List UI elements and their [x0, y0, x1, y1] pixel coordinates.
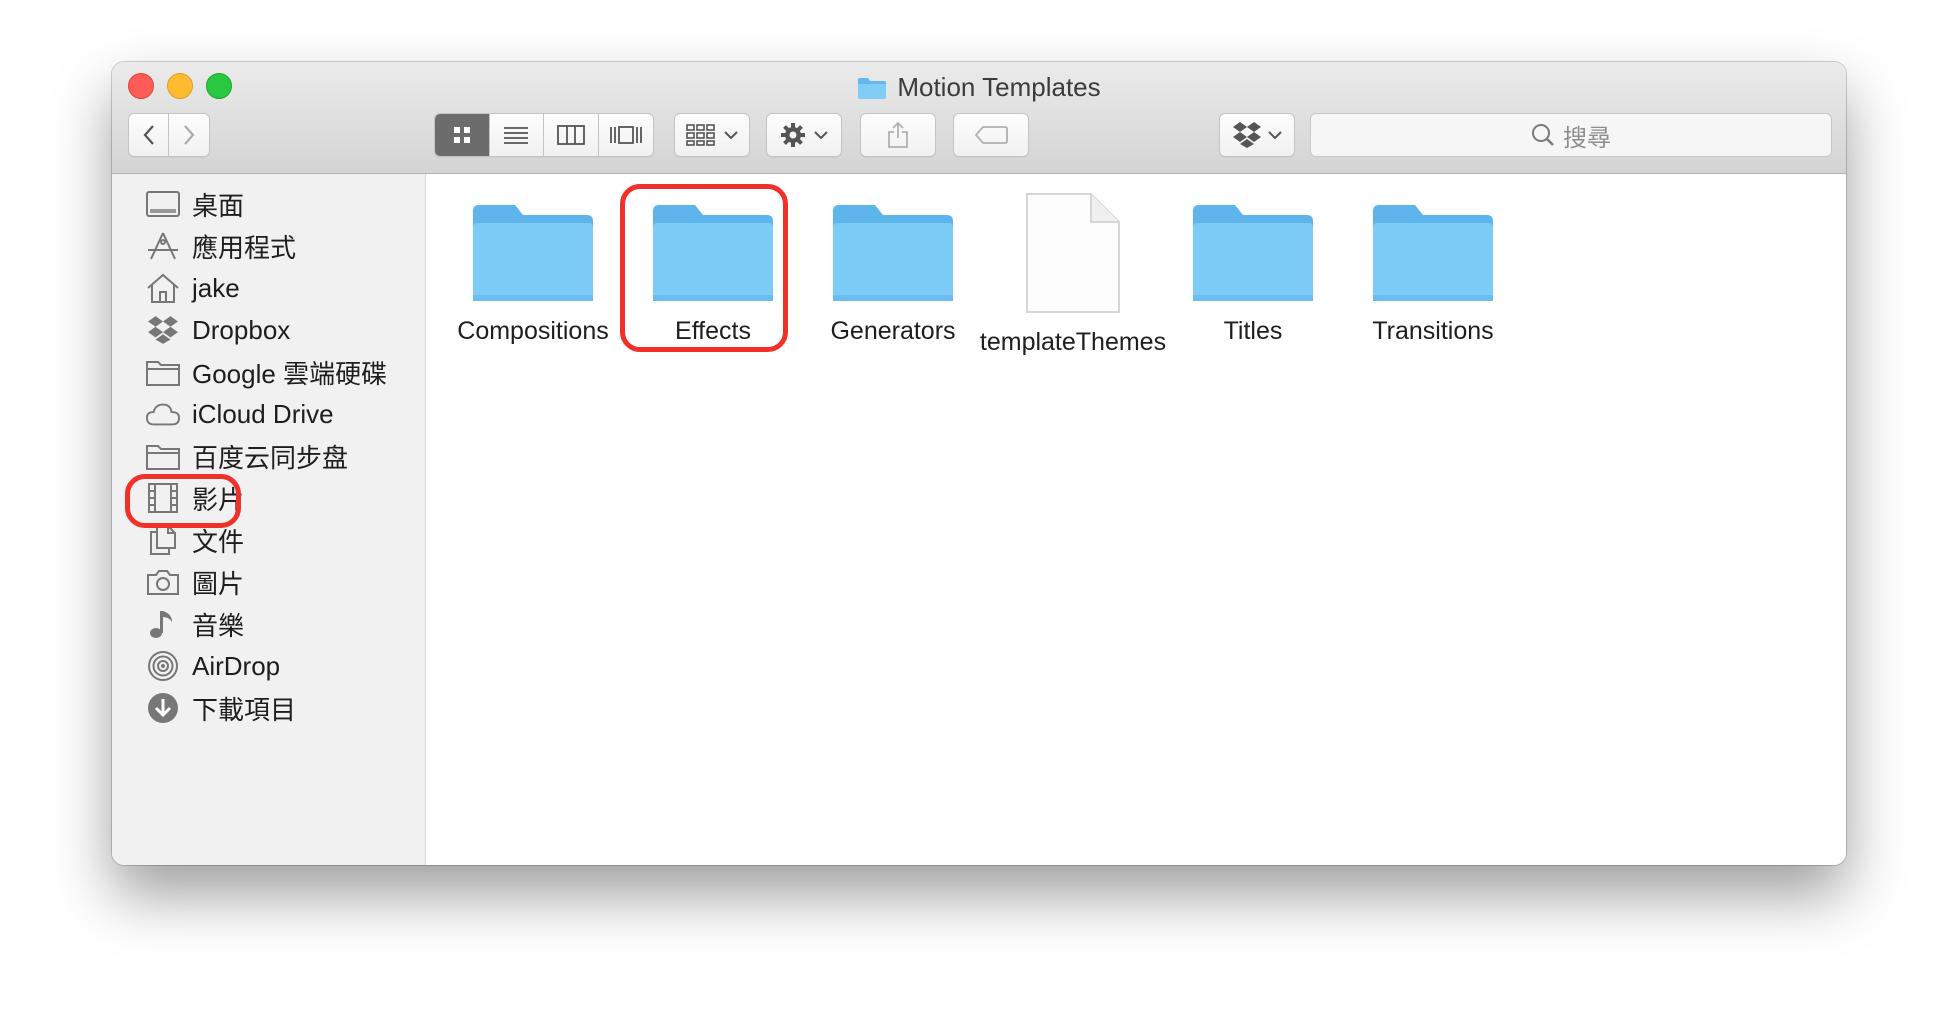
list-view-icon: [504, 127, 529, 144]
sidebar-item-label: Google 雲端硬碟: [192, 358, 388, 389]
airdrop-icon: [146, 649, 180, 683]
sidebar-item-music[interactable]: 音樂: [146, 602, 416, 646]
document-item[interactable]: templateThemes: [978, 193, 1168, 356]
search-icon: [1532, 124, 1554, 146]
column-view-icon: [556, 125, 585, 145]
folder-icon: [146, 439, 180, 473]
sidebar-item-label: 音樂: [192, 610, 245, 641]
dropbox-icon: [1233, 122, 1261, 148]
sidebar-item-dropbox[interactable]: Dropbox: [146, 308, 416, 352]
chevron-right-icon: [184, 125, 195, 145]
sidebar-item-desktop[interactable]: 桌面: [146, 182, 416, 226]
arrange-button[interactable]: [674, 113, 750, 157]
window-title-text: Motion Templates: [897, 72, 1101, 102]
folder-item[interactable]: Titles: [1158, 196, 1348, 346]
folder-icon: [146, 355, 180, 389]
sidebar-item-google-drive[interactable]: Google 雲端硬碟: [146, 350, 416, 394]
view-mode-control: [434, 113, 654, 157]
chevron-down-icon: [724, 131, 738, 140]
sidebar-item-label: 應用程式: [192, 232, 297, 263]
share-button[interactable]: [860, 113, 936, 157]
column-view-button[interactable]: [544, 114, 599, 156]
cover-flow-view-icon: [609, 126, 642, 144]
home-icon: [146, 271, 180, 305]
navigation-buttons: [128, 113, 210, 157]
file-name: Transitions: [1372, 317, 1494, 345]
sidebar-item-label: AirDrop: [192, 650, 281, 681]
folder-icon: [858, 77, 887, 99]
window-title: Motion Templates: [112, 72, 1846, 103]
sidebar-item-label: 百度云同步盘: [192, 442, 349, 473]
sidebar-item-label: jake: [192, 272, 240, 303]
list-view-button[interactable]: [490, 114, 544, 156]
applications-icon: [146, 229, 180, 263]
folder-icon: [1188, 196, 1318, 303]
camera-icon: [146, 565, 180, 599]
back-button[interactable]: [129, 114, 170, 156]
icon-view-icon: [453, 127, 470, 143]
gear-icon: [781, 123, 805, 147]
file-name: Generators: [830, 317, 956, 345]
file-name: Compositions: [457, 317, 609, 345]
folder-icon: [828, 196, 958, 303]
file-name: Titles: [1223, 317, 1283, 345]
chevron-down-icon: [1268, 131, 1282, 140]
share-icon: [888, 121, 908, 148]
sidebar: 桌面 應用程式 jake Dropbox Google 雲端硬碟 iCloud …: [112, 174, 426, 865]
document-icon: [1008, 193, 1138, 314]
music-note-icon: [146, 607, 180, 641]
folder-icon: [468, 196, 598, 303]
download-icon: [146, 691, 180, 725]
dropbox-icon: [146, 313, 180, 347]
action-button[interactable]: [766, 113, 842, 157]
folder-icon: [1368, 196, 1498, 303]
highlight-annotation: [125, 474, 241, 528]
sidebar-item-label: Dropbox: [192, 314, 291, 345]
sidebar-item-label: 圖片: [192, 568, 245, 599]
tag-button[interactable]: [953, 113, 1029, 157]
sidebar-item-downloads[interactable]: 下載項目: [146, 686, 416, 730]
tag-icon: [974, 126, 1008, 144]
forward-button[interactable]: [169, 114, 209, 156]
sidebar-item-label: iCloud Drive: [192, 398, 334, 429]
dropbox-button[interactable]: [1219, 113, 1295, 157]
icon-view-button[interactable]: [435, 114, 490, 156]
documents-icon: [146, 523, 180, 557]
finder-window: Motion Templates 搜尋 桌面 應用程式 jake Dropbox…: [112, 62, 1846, 865]
sidebar-item-airdrop[interactable]: AirDrop: [146, 644, 416, 688]
sidebar-item-home[interactable]: jake: [146, 266, 416, 310]
cover-flow-view-button[interactable]: [599, 114, 654, 156]
search-placeholder: 搜尋: [1563, 124, 1611, 152]
sidebar-item-pictures[interactable]: 圖片: [146, 560, 416, 604]
sidebar-item-applications[interactable]: 應用程式: [146, 224, 416, 268]
sidebar-item-label: 下載項目: [192, 694, 297, 725]
file-name: templateThemes: [979, 328, 1167, 356]
highlight-annotation: [620, 184, 788, 352]
desktop-icon: [146, 187, 180, 221]
chevron-down-icon: [814, 131, 828, 140]
folder-item[interactable]: Transitions: [1338, 196, 1528, 346]
cloud-icon: [146, 397, 180, 431]
sidebar-item-label: 桌面: [192, 190, 245, 221]
chevron-left-icon: [143, 125, 154, 145]
folder-item[interactable]: Generators: [798, 196, 988, 346]
search-field[interactable]: 搜尋: [1310, 113, 1832, 157]
toolbar: Motion Templates 搜尋: [112, 62, 1846, 174]
sidebar-item-baidu-sync[interactable]: 百度云同步盘: [146, 434, 416, 478]
sidebar-item-icloud-drive[interactable]: iCloud Drive: [146, 392, 416, 436]
arrange-grid-icon: [686, 124, 715, 146]
folder-item[interactable]: Compositions: [438, 196, 628, 346]
file-grid: Compositions Effects Generators template…: [426, 174, 1846, 865]
